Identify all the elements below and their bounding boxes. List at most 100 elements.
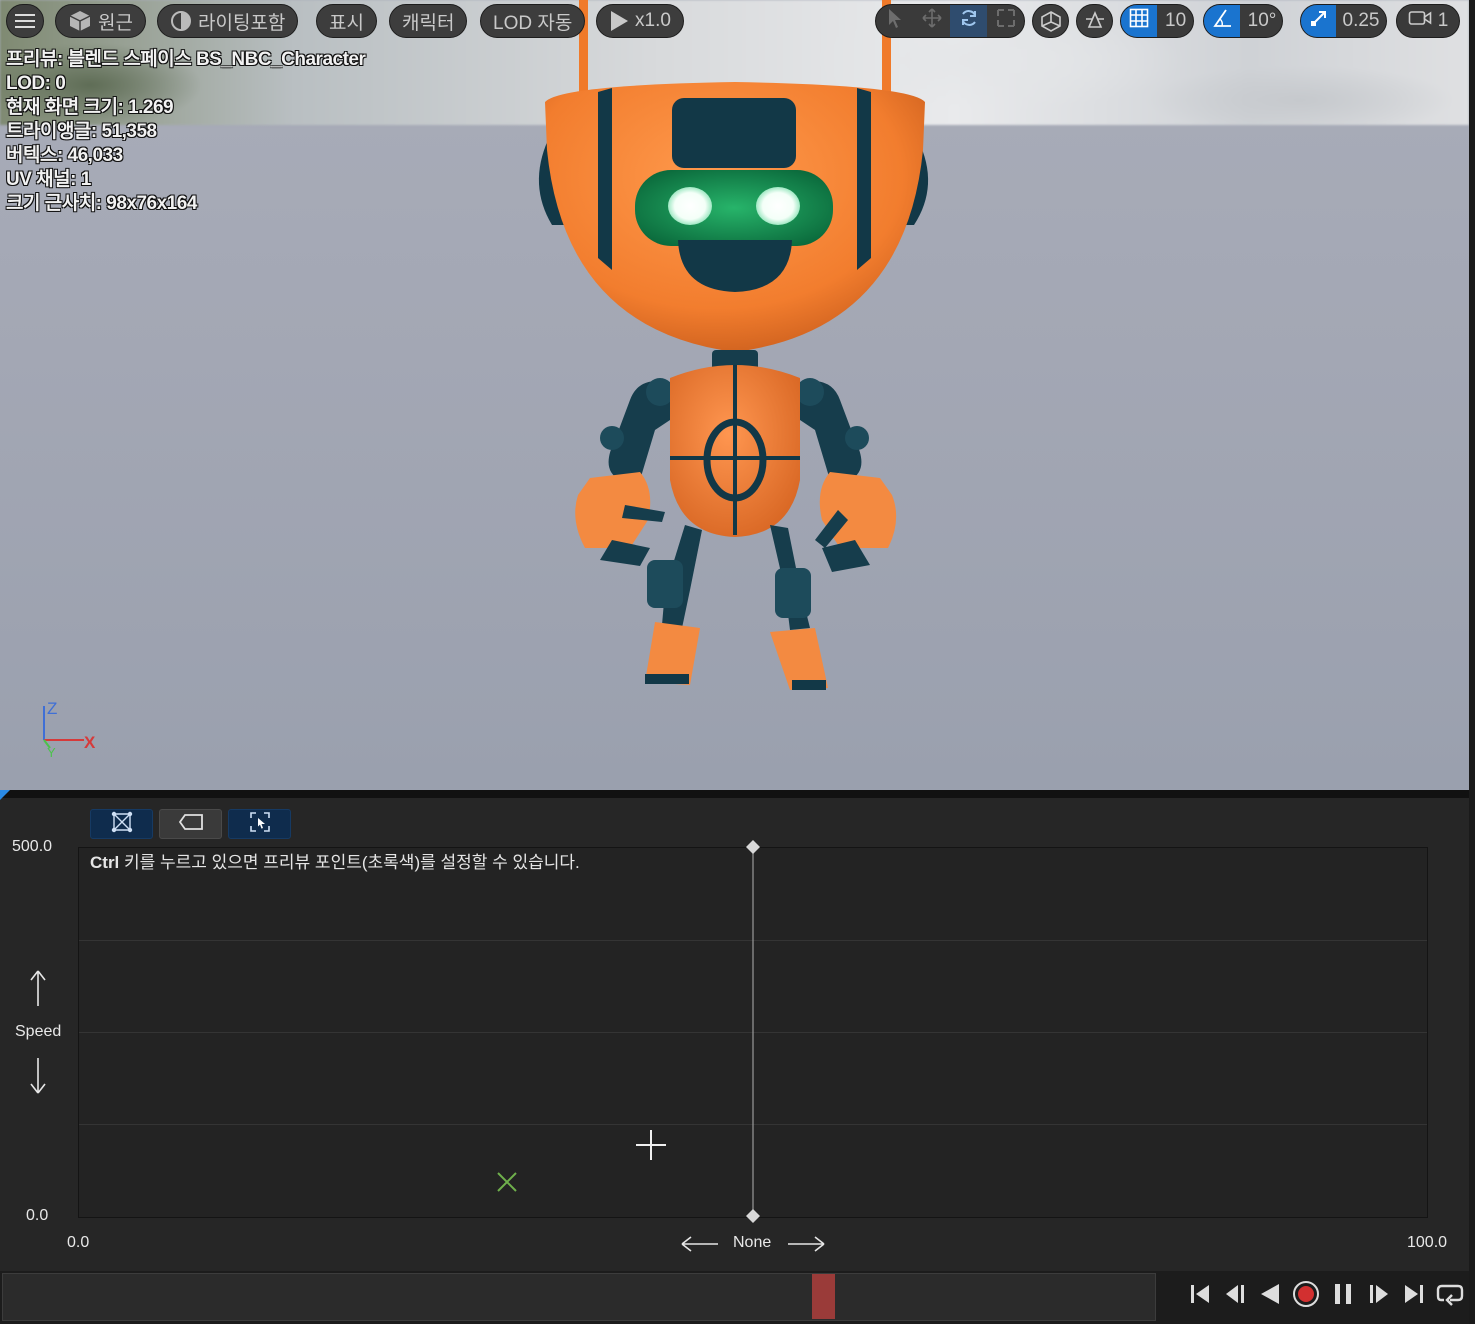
stat-vertices: 버텍스: 46,033 [6, 145, 123, 166]
stat-approx-size: 크기 근사치: 98x76x164 [6, 193, 197, 214]
skip-to-start-button[interactable] [1184, 1281, 1216, 1311]
camera-icon [1408, 9, 1432, 33]
panel-corner-marker [0, 790, 10, 800]
rotation-snap-toggle[interactable] [1204, 5, 1240, 37]
world-local-toggle[interactable] [1032, 4, 1069, 38]
character-button[interactable]: 캐릭터 [389, 4, 468, 38]
lit-sphere-icon [170, 10, 192, 32]
x-axis-left-arrow-icon [681, 1236, 718, 1252]
skip-to-end-button[interactable] [1398, 1281, 1430, 1311]
play-icon [609, 10, 629, 32]
axis-gizmo: Z X Y [43, 699, 96, 760]
timeline-track[interactable] [2, 1273, 1156, 1321]
triangulation-icon [111, 811, 133, 838]
surface-snap-icon [1083, 9, 1107, 33]
y-axis-down-arrow-icon [30, 1058, 46, 1094]
grid-icon [1129, 8, 1149, 34]
rotation-snap-value[interactable]: 10° [1240, 5, 1282, 37]
scale-arrow-icon [1310, 9, 1328, 33]
show-label: 표시 [329, 12, 364, 34]
rotate-icon [959, 8, 979, 34]
camera-speed-value: 1 [1437, 10, 1449, 31]
select-tool-button[interactable] [876, 5, 913, 37]
step-back-icon [1223, 1282, 1247, 1311]
camera-speed-group[interactable]: 1 [1396, 4, 1460, 38]
timeline-scrubber[interactable] [812, 1274, 835, 1319]
fit-view-button[interactable] [228, 809, 291, 839]
preview-point-icon[interactable] [495, 1170, 519, 1194]
lod-button[interactable]: LOD 자동 [480, 4, 586, 38]
record-icon [1292, 1280, 1320, 1313]
lod-label: LOD 자동 [493, 12, 573, 34]
show-triangulation-button[interactable] [90, 809, 153, 839]
translate-tool-button[interactable] [913, 5, 950, 37]
x-axis-name: None [733, 1234, 772, 1251]
camera-speed-button[interactable]: 1 [1397, 5, 1459, 37]
hamburger-menu-icon [15, 13, 35, 29]
stat-screen-size: 현재 화면 크기: 1.269 [6, 97, 174, 118]
play-speed-button[interactable]: x1.0 [596, 4, 684, 38]
grid-snap-value[interactable]: 10 [1157, 5, 1193, 37]
stat-preview-name: 프리뷰: 블렌드 스페이스 BS_NBC_Character [6, 49, 366, 70]
fit-selection-icon [249, 811, 271, 838]
skip-to-start-icon [1188, 1282, 1212, 1311]
grid-snap-toggle[interactable] [1121, 5, 1157, 37]
show-button[interactable]: 표시 [316, 4, 377, 38]
play-reverse-icon [1258, 1282, 1282, 1311]
right-edge-strip [1469, 0, 1475, 1324]
x-axis-max-label: 100.0 [1407, 1234, 1448, 1251]
sample-line[interactable] [740, 838, 766, 1228]
sample-bottom-diamond-icon[interactable] [746, 1209, 760, 1223]
lighting-mode-button[interactable]: 라이팅포함 [157, 4, 299, 38]
viewport-stats: 프리뷰: 블렌드 스페이스 BS_NBC_Character LOD: 0 현재… [6, 48, 366, 216]
step-forward-button[interactable] [1363, 1281, 1395, 1311]
stat-uv-channels: UV 채널: 1 [6, 169, 91, 190]
scale-snap-toggle[interactable] [1301, 5, 1336, 37]
scale-snap-value[interactable]: 0.25 [1336, 5, 1386, 37]
scale-tool-button[interactable] [987, 5, 1024, 37]
perspective-label: 원근 [98, 12, 133, 34]
hint-ctrl-key: Ctrl [90, 853, 120, 872]
y-axis-min-label: 0.0 [26, 1207, 49, 1224]
y-axis-max-label: 500.0 [12, 838, 53, 855]
step-back-button[interactable] [1219, 1281, 1251, 1311]
record-button[interactable] [1290, 1280, 1322, 1313]
lighting-label: 라이팅포함 [198, 12, 286, 34]
stat-triangles: 트라이앵글: 51,358 [6, 121, 157, 142]
rotation-snap-group[interactable]: 10° [1203, 4, 1283, 38]
skip-to-end-icon [1402, 1282, 1426, 1311]
grid-snap-group[interactable]: 10 [1120, 4, 1194, 38]
blend-space-hint: Ctrl 키를 누르고 있으면 프리뷰 포인트(초록색)를 설정할 수 있습니다… [90, 848, 580, 873]
hint-text: 키를 누르고 있으면 프리뷰 포인트(초록색)를 설정할 수 있습니다. [119, 853, 580, 872]
y-axis-name: Speed [15, 1023, 62, 1040]
y-axis-up-arrow-icon [30, 970, 46, 1006]
pause-icon [1331, 1282, 1355, 1311]
move-arrows-icon [921, 8, 942, 34]
preview-viewport[interactable]: 원근 라이팅포함 표시 캐릭터 LOD 자동 x1.0 10 10° 0.25 … [0, 0, 1469, 790]
surface-snap-button[interactable] [1076, 4, 1113, 38]
character-label: 캐릭터 [402, 12, 455, 34]
gizmo-y-label: Y [47, 745, 56, 760]
gizmo-z-label: Z [47, 699, 57, 718]
step-forward-icon [1367, 1282, 1391, 1311]
transform-tools-group [875, 4, 1025, 38]
select-arrow-icon [887, 8, 903, 34]
coordinate-system-icon [1039, 9, 1063, 33]
menu-button[interactable] [6, 4, 44, 38]
play-reverse-button[interactable] [1254, 1281, 1286, 1311]
scale-snap-group[interactable]: 0.25 [1300, 4, 1387, 38]
crosshair-cursor-icon [636, 1130, 666, 1160]
perspective-button[interactable]: 원근 [55, 4, 146, 38]
stat-lod: LOD: 0 [6, 73, 66, 94]
cube-icon [68, 9, 92, 33]
label-tag-icon [178, 813, 204, 836]
sample-top-diamond-icon[interactable] [746, 840, 760, 854]
x-axis-min-label: 0.0 [67, 1234, 90, 1251]
x-axis-right-arrow-icon [788, 1236, 825, 1252]
pause-button[interactable] [1327, 1281, 1359, 1311]
loop-button[interactable] [1434, 1281, 1466, 1311]
rotate-tool-button[interactable] [950, 5, 987, 37]
play-speed-label: x1.0 [635, 10, 671, 31]
scale-icon [996, 8, 1016, 34]
show-labels-button[interactable] [159, 809, 222, 839]
